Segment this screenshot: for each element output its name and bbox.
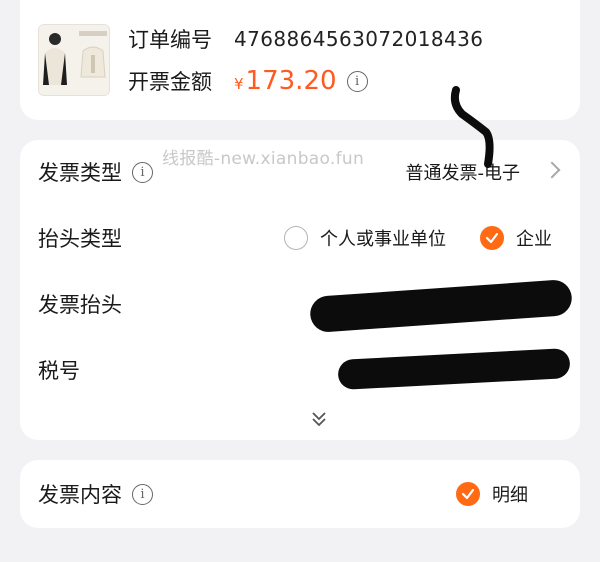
- invoice-type-label-wrap: 发票类型 i: [38, 157, 153, 187]
- currency-symbol: ¥: [234, 75, 244, 93]
- invoice-header-row[interactable]: 发票抬头: [20, 278, 580, 334]
- invoice-details-card: 发票类型 i 普通发票-电子 抬头类型 个人或事业单位 企业 发票抬头 税号: [20, 140, 580, 440]
- order-number-row: 订单编号 4768864563072018436: [128, 24, 483, 54]
- radio-option-company[interactable]: 企业: [480, 225, 552, 251]
- invoice-amount-row: 开票金额 ¥ 173.20 i: [128, 66, 368, 96]
- redaction-mark: [337, 347, 571, 391]
- invoice-amount-value: 173.20: [245, 66, 337, 96]
- invoice-content-card: 发票内容 i 明细: [20, 460, 580, 528]
- invoice-content-label: 发票内容: [38, 483, 122, 507]
- info-icon[interactable]: i: [132, 483, 153, 505]
- invoice-content-row: 发票内容 i 明细: [20, 474, 580, 514]
- radio-option-label: 个人或事业单位: [320, 229, 446, 250]
- info-icon[interactable]: i: [132, 161, 153, 183]
- double-chevron-down-icon[interactable]: [310, 410, 328, 428]
- radio-option-label: 明细: [492, 485, 528, 506]
- header-type-row: 抬头类型 个人或事业单位 企业: [20, 218, 580, 258]
- radio-checked-icon[interactable]: [456, 482, 480, 506]
- redaction-mark: [309, 278, 573, 334]
- invoice-amount-label: 开票金额: [128, 70, 212, 94]
- invoice-header-label: 发票抬头: [38, 293, 122, 317]
- radio-option-personal[interactable]: 个人或事业单位: [284, 225, 446, 251]
- invoice-type-label: 发票类型: [38, 161, 122, 185]
- tax-number-label: 税号: [38, 359, 80, 383]
- pen-scribble-mark: [450, 86, 494, 168]
- info-icon[interactable]: i: [346, 70, 368, 92]
- order-number-value: 4768864563072018436: [234, 27, 484, 51]
- header-type-label: 抬头类型: [38, 227, 122, 251]
- radio-checked-icon[interactable]: [480, 226, 504, 250]
- order-number-label: 订单编号: [128, 28, 212, 52]
- radio-option-label: 企业: [516, 229, 552, 250]
- chevron-right-icon: [543, 161, 561, 179]
- radio-option-detail[interactable]: 明细: [456, 481, 528, 507]
- watermark-text: 线报酷-new.xianbao.fun: [162, 149, 365, 169]
- invoice-content-label-wrap: 发票内容 i: [38, 479, 153, 509]
- tax-number-row[interactable]: 税号: [20, 347, 580, 391]
- product-thumbnail: [38, 24, 110, 96]
- radio-unchecked-icon[interactable]: [284, 226, 308, 250]
